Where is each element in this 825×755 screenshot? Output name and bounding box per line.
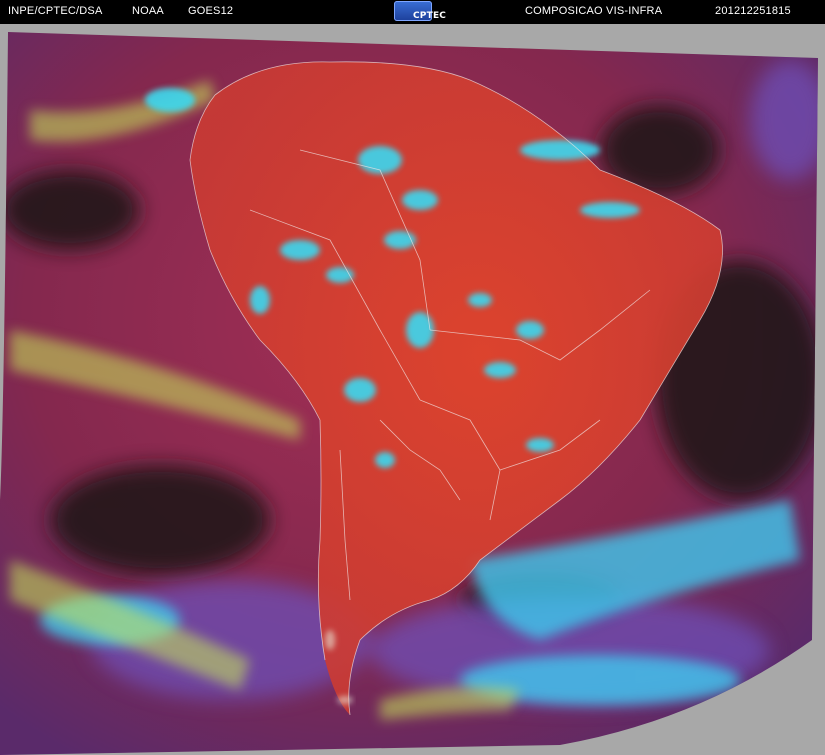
- satellite-image: [0, 32, 818, 755]
- earth-disk: [0, 32, 818, 755]
